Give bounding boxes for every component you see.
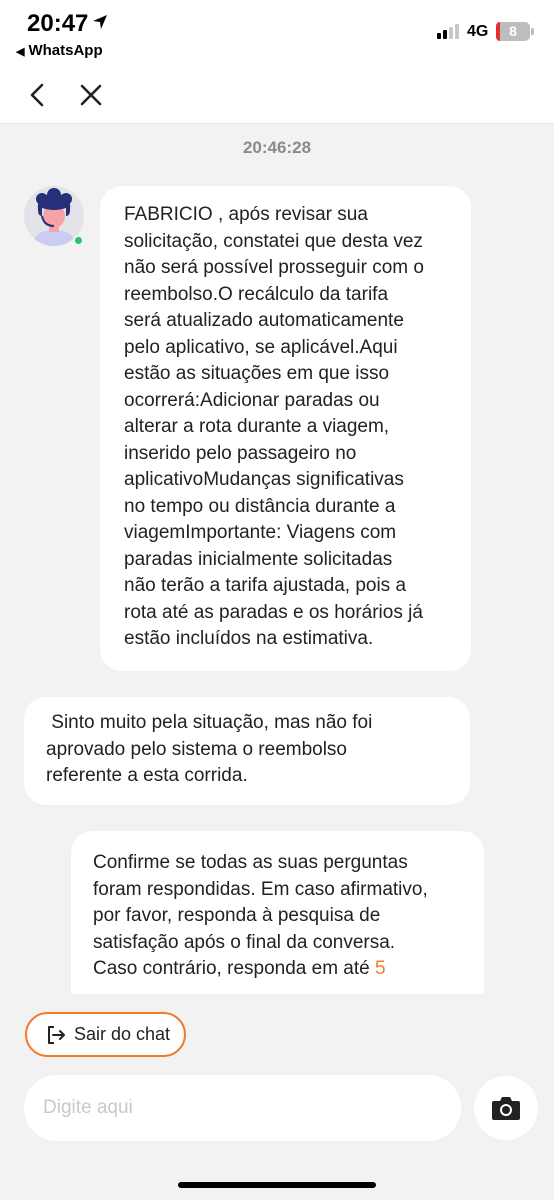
close-icon: [80, 84, 102, 106]
message-line: solicitação, constatei que desta vez: [124, 230, 423, 252]
message-line: FABRICIO , após revisar sua: [124, 204, 368, 225]
network-type: 4G: [467, 23, 489, 40]
exit-chat-button[interactable]: Sair do chat: [25, 1012, 186, 1057]
status-bar: 20:47 ◀ WhatsApp 4G 8: [0, 0, 554, 66]
home-indicator[interactable]: [178, 1182, 376, 1188]
battery-level: 8: [509, 23, 517, 39]
nav-bar: [0, 66, 554, 124]
camera-button[interactable]: [474, 1076, 538, 1140]
message-input[interactable]: [43, 1075, 443, 1141]
message-line: referente a esta corrida.: [46, 765, 248, 786]
battery-tip: [531, 28, 534, 35]
status-time: 20:47: [27, 10, 89, 37]
message-line: ocorrerá:Adicionar paradas ou: [124, 389, 380, 411]
message-line: aprovado pelo sistema o reembolso: [46, 738, 348, 760]
message-line: aplicativoMudanças significativas: [124, 469, 404, 490]
message-line: paradas inicialmente solicitadas: [124, 548, 393, 570]
message-line: Caso contrário, responda em até 5: [93, 956, 470, 983]
message-line: satisfação após o final da conversa.: [93, 931, 396, 953]
highlighted-number: 5: [375, 958, 386, 979]
battery-icon: 8: [496, 22, 530, 41]
agent-message-bubble: Sinto muito pela situação, mas não foi a…: [24, 697, 470, 805]
signal-icon: [437, 24, 459, 39]
message-line: por favor, responda à pesquisa de: [93, 905, 381, 926]
message-line: estão incluídos na estimativa.: [124, 628, 374, 649]
chevron-left-icon: [30, 83, 44, 107]
camera-icon: [492, 1097, 520, 1120]
message-line: reembolso.O recálculo da tarifa: [124, 283, 389, 305]
message-line: foram respondidas. Em caso afirmativo,: [93, 878, 428, 900]
message-line: inserido pelo passageiro no: [124, 442, 357, 464]
exit-icon: [48, 1025, 65, 1044]
agent-message-bubble: FABRICIO , após revisar sua solicitação,…: [100, 186, 471, 671]
message-line: alterar a rota durante a viagem,: [124, 416, 390, 437]
back-app-label: WhatsApp: [28, 42, 103, 59]
back-button[interactable]: [21, 78, 55, 112]
message-line: estão as situações em que isso: [124, 363, 390, 384]
exit-chat-label: Sair do chat: [74, 1024, 171, 1044]
message-line: não terão a tarifa ajustada, pois a: [124, 575, 407, 596]
close-button[interactable]: [74, 78, 108, 112]
chat-message-list[interactable]: FABRICIO , após revisar sua solicitação,…: [0, 124, 554, 994]
message-line: não será possível prosseguir com o: [124, 257, 424, 278]
message-line: Confirme se todas as suas perguntas: [93, 852, 408, 873]
message-line: será atualizado automaticamente: [124, 310, 404, 331]
location-arrow-icon: [93, 15, 107, 29]
back-triangle-icon: ◀: [16, 46, 25, 58]
message-line: pelo aplicativo, se aplicável.Aqui: [124, 336, 398, 358]
message-line: no tempo ou distância durante a: [124, 495, 396, 517]
system-message-bubble: Confirme se todas as suas perguntas fora…: [71, 831, 484, 994]
message-line: rota até as paradas e os horários já: [124, 601, 423, 623]
message-line-text: Caso contrário, responda em até: [93, 958, 375, 979]
back-to-app-link[interactable]: ◀ WhatsApp: [16, 42, 103, 59]
message-input-container[interactable]: [24, 1075, 461, 1141]
message-line: viagemImportante: Viagens com: [124, 522, 397, 543]
message-line: Sinto muito pela situação, mas não foi: [46, 712, 373, 733]
